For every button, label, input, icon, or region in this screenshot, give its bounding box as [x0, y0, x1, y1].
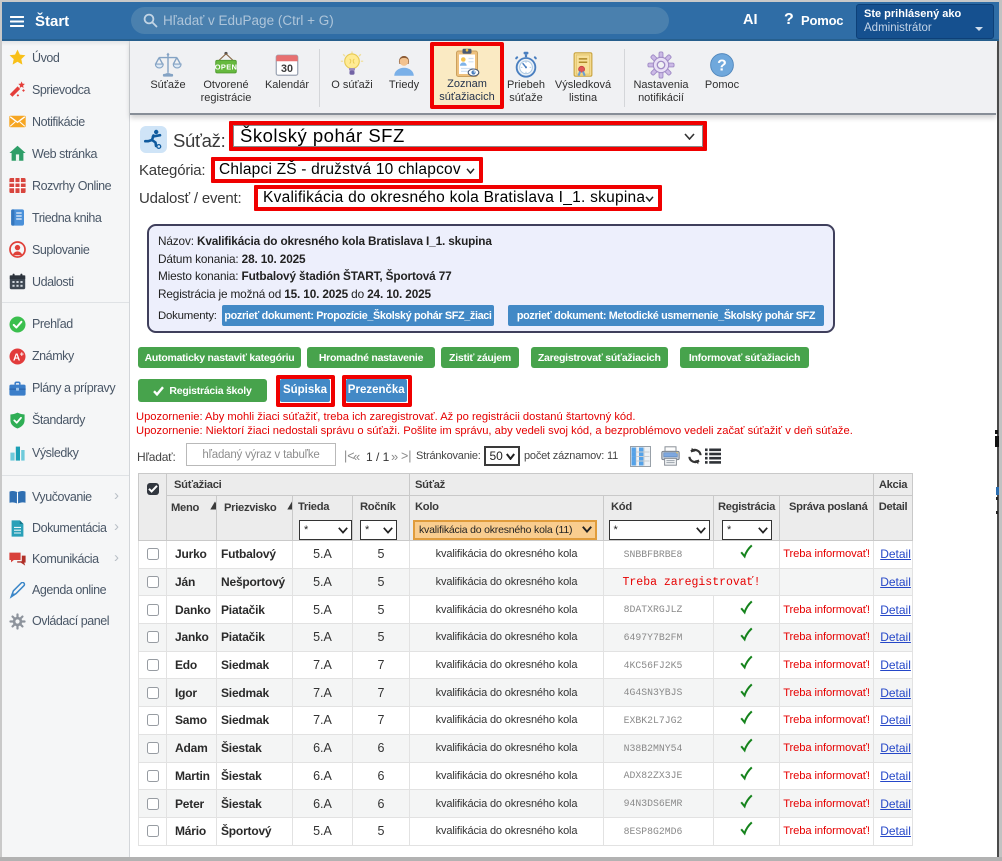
- svg-text:OPEN: OPEN: [215, 62, 238, 71]
- svg-text:30: 30: [281, 63, 293, 75]
- svg-text:+: +: [20, 351, 24, 358]
- svg-text:?: ?: [717, 58, 727, 75]
